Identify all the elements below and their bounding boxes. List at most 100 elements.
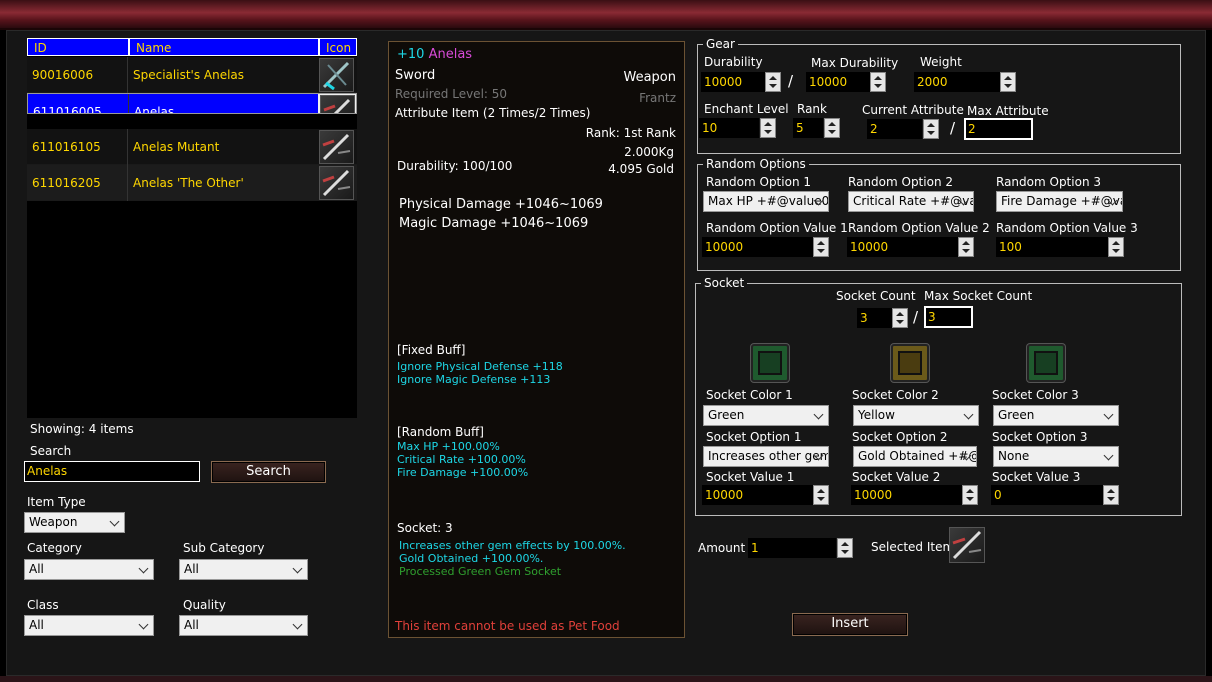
tooltip-rank: Rank: 1st Rank (585, 126, 676, 140)
category-select[interactable]: All (24, 559, 154, 580)
socket-value-3-spinner[interactable] (1103, 485, 1119, 505)
class-select[interactable]: All (24, 615, 154, 636)
current-attribute-spinner[interactable] (923, 119, 939, 139)
random-buff-title: [Random Buff] (397, 425, 484, 439)
random-option-3-select[interactable]: Fire Damage +#@va (996, 191, 1123, 212)
tooltip-slot: Weapon (623, 70, 676, 85)
socket-color-3-select[interactable]: Green (993, 405, 1119, 426)
item-type-value: Weapon (29, 515, 78, 529)
socket-value-1-spinner[interactable] (813, 485, 829, 505)
amount-spinner[interactable] (837, 538, 853, 558)
socket-count-input[interactable]: 3 (857, 308, 892, 328)
item-type-select[interactable]: Weapon (24, 512, 125, 533)
tooltip-enchant: +10 (397, 47, 425, 62)
random-option-3-label: Random Option 3 (996, 175, 1101, 189)
quality-label: Quality (183, 598, 226, 612)
socket-option-2-select[interactable]: Gold Obtained +#@ (853, 446, 977, 467)
tooltip-kind: Sword (395, 68, 436, 83)
rank-input[interactable]: 5 (793, 118, 823, 138)
socket-value-2-label: Socket Value 2 (852, 470, 941, 484)
socket-count-spinner[interactable] (892, 308, 908, 328)
showing-count: Showing: 4 items (30, 422, 134, 436)
insert-button[interactable]: Insert (792, 613, 908, 636)
socket-color-1-value: Green (708, 408, 745, 422)
random-option-value-3-input[interactable]: 100 (996, 237, 1108, 257)
chevron-down-icon (109, 516, 120, 527)
max-durability-spinner[interactable] (870, 72, 886, 92)
current-attribute-input[interactable]: 2 (867, 119, 922, 139)
random-option-value-1-input[interactable]: 10000 (702, 237, 813, 257)
search-input[interactable]: Anelas (24, 461, 200, 482)
search-button[interactable]: Search (211, 461, 326, 483)
socket-color-2-select[interactable]: Yellow (853, 405, 979, 426)
enchant-level-input[interactable]: 10 (699, 118, 759, 138)
quality-select[interactable]: All (179, 615, 308, 636)
socket-value-3-input[interactable]: 0 (991, 485, 1103, 505)
socket-option-2-label: Socket Option 2 (852, 430, 948, 444)
table-row[interactable]: 611016005 Anelas (27, 93, 357, 114)
random-option-1-select[interactable]: Max HP +#@value0 (703, 191, 829, 212)
socket-option-1-select[interactable]: Increases other gem (703, 446, 829, 467)
random-option-2-value: Critical Rate +#@va (853, 194, 974, 208)
search-label: Search (30, 444, 72, 458)
column-header-name[interactable]: Name (129, 38, 319, 56)
socket-value-2-input[interactable]: 10000 (851, 485, 962, 505)
durability-spinner[interactable] (765, 72, 781, 92)
weight-spinner[interactable] (1000, 72, 1016, 92)
weight-input[interactable]: 2000 (914, 72, 1000, 92)
socket-option-3-select[interactable]: None (993, 446, 1119, 467)
durability-input[interactable]: 10000 (701, 72, 765, 92)
socket-option-1-value: Increases other gem (708, 449, 829, 463)
random-option-value-1-spinner[interactable] (813, 237, 829, 257)
socket-value-1-label: Socket Value 1 (706, 470, 795, 484)
enchant-level-spinner[interactable] (760, 118, 776, 138)
item-tooltip: +10 Anelas Sword Weapon Required Level: … (388, 41, 685, 638)
column-header-id[interactable]: ID (27, 38, 129, 56)
socket-count-label: Socket Count (836, 289, 916, 303)
table-row[interactable]: 611016105 Anelas Mutant (27, 129, 357, 165)
socket-value-2-spinner[interactable] (962, 485, 978, 505)
socket-color-3-value: Green (998, 408, 1035, 422)
random-option-value-2-input[interactable]: 10000 (847, 237, 958, 257)
random-option-value-2-spinner[interactable] (958, 237, 974, 257)
socket-color-1-select[interactable]: Green (703, 405, 829, 426)
random-option-3-value: Fire Damage +#@va (1001, 194, 1123, 208)
socket-color-1-label: Socket Color 1 (706, 388, 793, 402)
socket-option-3-value: None (998, 449, 1030, 463)
item-table[interactable]: ID Name Icon 90016006 Specialist's Anela… (27, 38, 357, 418)
enchant-level-label: Enchant Level (704, 102, 789, 116)
rank-spinner[interactable] (824, 118, 840, 138)
row-name: Anelas 'The Other' (127, 165, 317, 201)
socket-option-2-value: Gold Obtained +#@ (858, 449, 977, 463)
socket-value-1-input[interactable]: 10000 (702, 485, 813, 505)
random-option-2-select[interactable]: Critical Rate +#@va (848, 191, 974, 212)
table-row[interactable]: 611016205 Anelas 'The Other' (27, 165, 357, 201)
tooltip-phys-dmg: Physical Damage +1046~1069 (399, 197, 603, 212)
selected-item-label: Selected Item (871, 540, 955, 554)
random-buff-line: Critical Rate +100.00% (397, 453, 526, 466)
durability-slash: / (788, 72, 794, 90)
random-option-value-3-label: Random Option Value 3 (996, 221, 1138, 235)
random-option-1-value: Max HP +#@value0 (708, 194, 829, 208)
chevron-down-icon (138, 619, 149, 630)
chevron-down-icon (1103, 409, 1114, 420)
socket-line: Increases other gem effects by 100.00%. (399, 539, 626, 552)
random-option-value-3-spinner[interactable] (1108, 237, 1124, 257)
max-attribute-input[interactable]: 2 (964, 118, 1033, 140)
table-row[interactable]: 90016006 Specialist's Anelas (27, 57, 357, 93)
socket-line: Gold Obtained +100.00%. (399, 552, 544, 565)
max-durability-input[interactable]: 10000 (806, 72, 870, 92)
chevron-down-icon (1103, 450, 1114, 461)
fixed-buff-title: [Fixed Buff] (397, 343, 466, 357)
socket-color-2-value: Yellow (858, 408, 895, 422)
amount-input[interactable]: 1 (748, 538, 836, 558)
socket-3-gem-icon (1027, 344, 1065, 382)
random-option-value-1-label: Random Option Value 1 (706, 221, 848, 235)
sub-category-label: Sub Category (183, 541, 265, 555)
sub-category-select[interactable]: All (179, 559, 308, 580)
sword-icon (319, 130, 354, 164)
max-socket-count-input[interactable]: 3 (924, 306, 973, 328)
socket-group-title: Socket (701, 276, 748, 290)
column-header-icon[interactable]: Icon (319, 38, 357, 56)
amount-label: Amount (698, 541, 746, 555)
